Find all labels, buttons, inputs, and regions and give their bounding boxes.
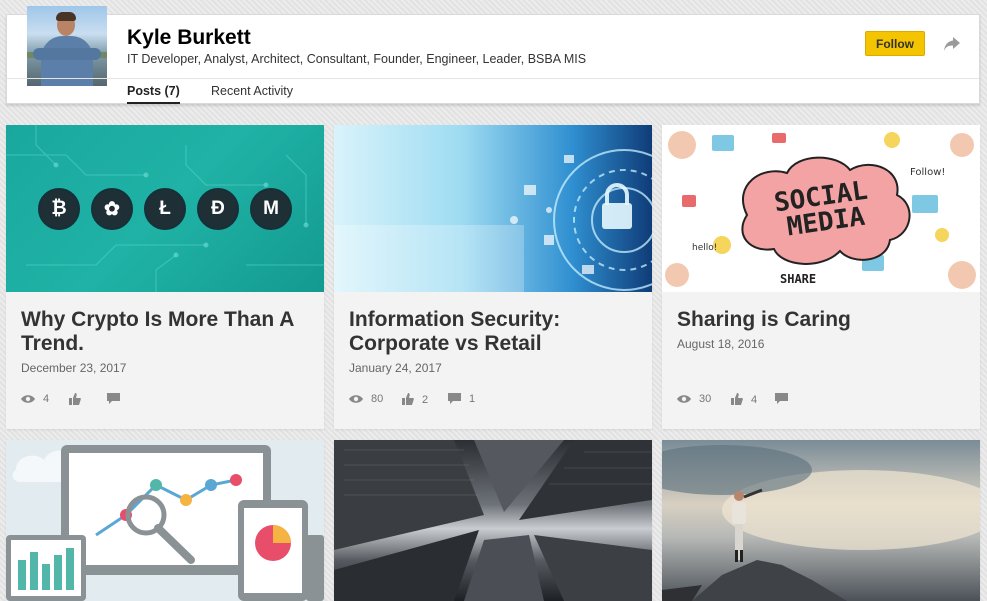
profile-header: Kyle Burkett IT Developer, Analyst, Arch… [6,6,980,104]
comment-icon[interactable] [448,393,461,405]
views-count: 30 [699,393,712,405]
likes-count: 4 [751,393,758,406]
post-title[interactable]: Information Security: Corporate vs Retai… [349,308,641,356]
post-date: December 23, 2017 [21,361,127,375]
post-card[interactable]: Information Security: Corporate vs Retai… [334,125,652,429]
comment-icon[interactable] [107,393,120,405]
likes-stat[interactable]: 4 [731,393,757,406]
thumbs-up-icon[interactable] [69,393,81,406]
views-count: 4 [43,393,50,405]
follow-text: Follow! [910,167,945,178]
post-title[interactable]: Why Crypto Is More Than A Trend. [21,308,313,356]
thumbs-up-icon[interactable] [402,393,414,406]
skyscrapers-graphic [334,440,652,601]
views-stat: 30 [677,393,711,405]
comments-stat[interactable] [107,393,120,405]
eye-icon [21,395,35,403]
explorer-graphic [662,445,980,601]
eye-icon [349,395,363,403]
share-arrow-icon[interactable] [942,35,962,53]
header-divider [7,78,979,79]
litecoin-icon: Ł [144,188,186,230]
avatar[interactable] [27,6,107,86]
profile-headline: IT Developer, Analyst, Architect, Consul… [127,52,587,66]
profile-name[interactable]: Kyle Burkett [127,26,251,50]
post-card[interactable]: SOCIAL MEDIA SHARE Follow! hello! Sharin… [662,125,980,429]
post-title[interactable]: Sharing is Caring [677,308,969,332]
post-image-security[interactable] [334,125,652,292]
post-card[interactable] [662,440,980,601]
monero-icon: M [250,188,292,230]
follow-button[interactable]: Follow [865,31,925,56]
tab-recent-activity[interactable]: Recent Activity [211,84,293,98]
post-image-explorer[interactable] [662,440,980,601]
post-card[interactable] [6,440,324,601]
views-stat: 80 [349,393,383,405]
views-stat: 4 [21,393,49,405]
likes-stat[interactable] [69,393,81,406]
post-image-skyscrapers[interactable] [334,440,652,601]
post-card[interactable]: ₿ ✿ Ł Đ M Why Crypto Is More Than A Tren… [6,125,324,429]
tab-posts[interactable]: Posts (7) [127,84,180,104]
post-date: January 24, 2017 [349,361,442,375]
post-image-analytics[interactable] [6,440,324,601]
comments-stat[interactable] [775,393,788,405]
eye-icon [677,395,691,403]
profile-header-top: Kyle Burkett IT Developer, Analyst, Arch… [7,6,979,86]
comments-count: 1 [469,393,476,405]
likes-count: 2 [422,393,429,406]
likes-stat[interactable]: 2 [402,393,428,406]
social-media-sketch: SOCIAL MEDIA SHARE Follow! hello! [665,131,976,289]
analytics-graphic [6,445,324,601]
post-card[interactable] [334,440,652,601]
post-image-social-media[interactable]: SOCIAL MEDIA SHARE Follow! hello! [662,125,980,292]
views-count: 80 [371,393,384,405]
post-date: August 18, 2016 [677,337,765,351]
hello-text: hello! [692,243,717,253]
comment-icon[interactable] [775,393,788,405]
share-text: SHARE [780,272,816,286]
security-graphic [334,149,652,292]
comments-stat[interactable]: 1 [448,393,475,405]
bitcoin-icon: ₿ [38,188,80,230]
thumbs-up-icon[interactable] [731,393,743,406]
ripple-icon: ✿ [91,188,133,230]
dash-icon: Đ [197,188,239,230]
post-image-crypto[interactable]: ₿ ✿ Ł Đ M [6,125,324,292]
